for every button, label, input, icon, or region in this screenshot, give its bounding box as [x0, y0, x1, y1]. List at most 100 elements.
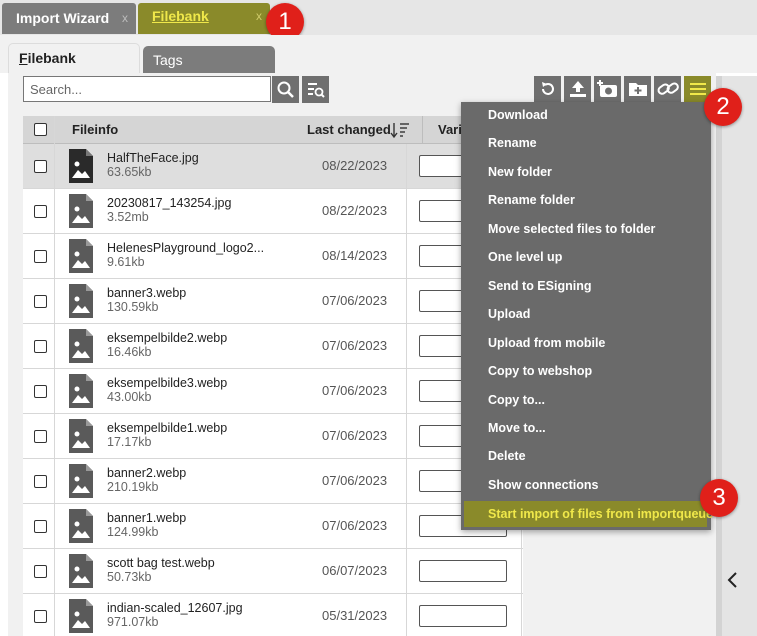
tab-filebank[interactable]: Filebank x: [138, 3, 270, 34]
menu-item[interactable]: One level up: [461, 244, 711, 270]
table-row[interactable]: HelenesPlayground_logo2... 9.61kb 08/14/20…: [23, 234, 523, 279]
variant-input[interactable]: [419, 560, 507, 582]
file-name[interactable]: HelenesPlayground_logo2...: [107, 241, 264, 255]
last-changed-date: 08/14/2023: [322, 248, 388, 263]
list-search-icon: [307, 82, 325, 98]
row-checkbox[interactable]: [34, 520, 47, 533]
new-folder-icon: [628, 83, 647, 96]
row-checkbox[interactable]: [34, 610, 47, 623]
gutter-divider: [716, 76, 722, 636]
menu-item[interactable]: Show connections: [461, 472, 711, 498]
row-checkbox[interactable]: [34, 205, 47, 218]
file-name[interactable]: eksempelbilde1.webp: [107, 421, 227, 435]
subtab-filebank[interactable]: Filebank: [8, 43, 140, 74]
file-name[interactable]: 20230817_143254.jpg: [107, 196, 231, 210]
menu-item[interactable]: Delete: [461, 443, 711, 469]
last-changed-date: 06/07/2023: [322, 563, 388, 578]
row-checkbox[interactable]: [34, 295, 47, 308]
refresh-icon: [541, 82, 554, 95]
link-button[interactable]: [654, 76, 681, 102]
last-changed-date: 07/06/2023: [322, 338, 388, 353]
row-checkbox[interactable]: [34, 430, 47, 443]
table-row[interactable]: banner3.webp 130.59kb 07/06/2023: [23, 279, 523, 324]
menu-item[interactable]: Start import of files from importqueue: [464, 501, 713, 528]
column-divider: [406, 144, 407, 189]
refresh-button[interactable]: [534, 76, 561, 102]
file-name[interactable]: eksempelbilde3.webp: [107, 376, 227, 390]
file-name[interactable]: HalfTheFace.jpg: [107, 151, 199, 165]
row-checkbox[interactable]: [34, 340, 47, 353]
file-size: 9.61kb: [107, 255, 145, 269]
variant-input[interactable]: [419, 605, 507, 627]
new-folder-button[interactable]: [624, 76, 651, 102]
column-divider: [406, 549, 407, 594]
image-file-icon: [69, 239, 93, 273]
callout-badge-2: 2: [704, 88, 742, 126]
close-icon[interactable]: x: [256, 3, 262, 29]
file-size: 63.65kb: [107, 165, 152, 179]
column-divider: [406, 504, 407, 549]
actions-menu: Download Rename New folder Rename folder Mov…: [461, 102, 713, 530]
add-photo-button[interactable]: [594, 76, 621, 102]
close-icon[interactable]: x: [122, 3, 128, 34]
top-tab-strip: Import Wizard x Filebank x: [0, 0, 757, 35]
column-divider: [406, 279, 407, 324]
search-button[interactable]: [272, 76, 299, 103]
last-changed-date: 07/06/2023: [322, 518, 388, 533]
row-checkbox[interactable]: [34, 250, 47, 263]
image-file-icon: [69, 464, 93, 498]
chevron-left-icon[interactable]: [726, 570, 740, 590]
advanced-search-button[interactable]: [302, 76, 329, 103]
file-size: 130.59kb: [107, 300, 159, 314]
header-variant[interactable]: Vari: [438, 122, 462, 137]
row-select-cell: [23, 279, 55, 324]
tab-import-wizard[interactable]: Import Wizard x: [2, 3, 136, 34]
upload-button[interactable]: [564, 76, 591, 102]
menu-item[interactable]: Rename: [461, 130, 711, 156]
file-name[interactable]: banner2.webp: [107, 466, 186, 480]
table-row[interactable]: banner1.webp 124.99kb 07/06/2023: [23, 504, 523, 549]
callout-badge-3: 3: [700, 479, 738, 517]
table-row[interactable]: HalfTheFace.jpg 63.65kb 08/22/2023: [23, 144, 523, 189]
last-changed-date: 08/22/2023: [322, 203, 388, 218]
search-input[interactable]: [24, 77, 270, 101]
file-size: 971.07kb: [107, 615, 159, 629]
table-row[interactable]: banner2.webp 210.19kb 07/06/2023: [23, 459, 523, 504]
row-checkbox[interactable]: [34, 385, 47, 398]
menu-item[interactable]: Upload: [461, 301, 711, 327]
select-all-checkbox[interactable]: [34, 123, 47, 136]
sort-descending-icon[interactable]: [390, 121, 410, 139]
subtab-tags-label: Tags: [153, 52, 183, 68]
file-name[interactable]: indian-scaled_12607.jpg: [107, 601, 243, 615]
menu-item[interactable]: Rename folder: [461, 187, 711, 213]
tab-import-wizard-label: Import Wizard: [16, 10, 110, 26]
file-name[interactable]: banner3.webp: [107, 286, 186, 300]
menu-item[interactable]: Move selected files to folder: [461, 216, 711, 242]
table-row[interactable]: scott bag test.webp 50.73kb 06/07/2023: [23, 549, 523, 594]
file-name[interactable]: banner1.webp: [107, 511, 186, 525]
subtab-tags[interactable]: Tags: [143, 46, 275, 73]
row-checkbox[interactable]: [34, 475, 47, 488]
menu-item[interactable]: Upload from mobile: [461, 330, 711, 356]
menu-item[interactable]: Copy to webshop: [461, 358, 711, 384]
column-divider: [406, 189, 407, 234]
row-select-cell: [23, 324, 55, 369]
header-fileinfo[interactable]: Fileinfo: [72, 122, 118, 137]
file-name[interactable]: scott bag test.webp: [107, 556, 215, 570]
subtab-filebank-accesskey: F: [19, 50, 28, 66]
menu-item[interactable]: New folder: [461, 159, 711, 185]
row-checkbox[interactable]: [34, 160, 47, 173]
menu-item[interactable]: Move to...: [461, 415, 711, 441]
file-name[interactable]: eksempelbilde2.webp: [107, 331, 227, 345]
menu-item[interactable]: Copy to...: [461, 387, 711, 413]
table-row[interactable]: indian-scaled_12607.jpg 971.07kb 05/31/202…: [23, 594, 523, 636]
row-checkbox[interactable]: [34, 565, 47, 578]
image-file-icon: [69, 149, 93, 183]
table-row[interactable]: eksempelbilde2.webp 16.46kb 07/06/2023: [23, 324, 523, 369]
table-row[interactable]: eksempelbilde1.webp 17.17kb 07/06/2023: [23, 414, 523, 459]
menu-item[interactable]: Download: [461, 102, 711, 128]
table-row[interactable]: eksempelbilde3.webp 43.00kb 07/06/2023: [23, 369, 523, 414]
menu-item[interactable]: Send to ESigning: [461, 273, 711, 299]
table-row[interactable]: 20230817_143254.jpg 3.52mb 08/22/2023: [23, 189, 523, 234]
header-last-changed[interactable]: Last changed: [307, 122, 391, 137]
